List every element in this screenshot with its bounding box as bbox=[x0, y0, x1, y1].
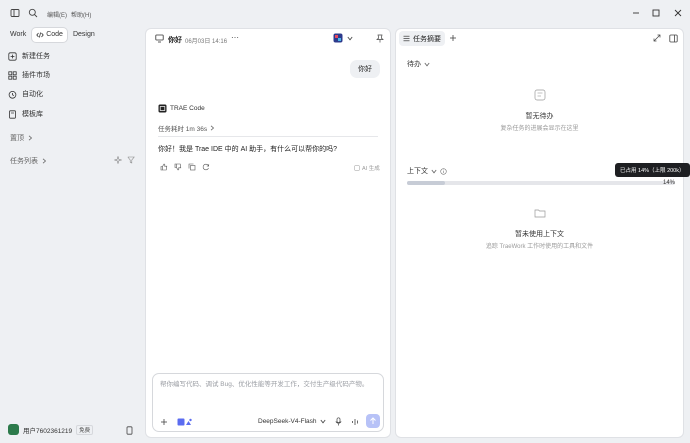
context-progress-track bbox=[407, 181, 675, 185]
sidebar-item-new-task[interactable]: 新建任务 bbox=[8, 49, 138, 63]
add-icon[interactable] bbox=[160, 418, 168, 426]
voice-wave-icon[interactable] bbox=[351, 418, 359, 426]
context-label: 上下文 bbox=[407, 168, 428, 175]
mode-design-label: Design bbox=[72, 31, 95, 38]
pinned-section[interactable]: 置顶 bbox=[10, 133, 33, 143]
chevron-right-icon bbox=[42, 158, 47, 164]
more-icon[interactable]: ⋯ bbox=[231, 33, 239, 42]
sidebar-item-automation[interactable]: 自动化 bbox=[8, 87, 138, 101]
ai-tag-label: AI 生成 bbox=[362, 166, 380, 172]
list-icon bbox=[403, 35, 410, 42]
chevron-down-icon bbox=[431, 169, 437, 174]
maximize-icon[interactable] bbox=[650, 7, 662, 19]
plan-badge: 免费 bbox=[76, 424, 94, 435]
chevron-down-icon bbox=[320, 419, 326, 424]
code-icon bbox=[36, 31, 44, 39]
mode-work[interactable]: Work bbox=[6, 28, 30, 42]
input-placeholder: 帮你编写代码、调试 Bug、优化性能等开发工作，交付生产级代码产物。 bbox=[160, 381, 369, 388]
pin-icon[interactable] bbox=[376, 34, 384, 43]
mode-code-label: Code bbox=[46, 31, 63, 38]
todo-label: 待办 bbox=[407, 61, 421, 68]
ai-icon bbox=[354, 165, 360, 171]
sidebar-toggle-icon[interactable] bbox=[10, 8, 20, 18]
pinned-label: 置顶 bbox=[10, 135, 24, 142]
divider bbox=[158, 136, 378, 137]
minimize-icon[interactable] bbox=[630, 7, 642, 19]
context-empty-title: 暂未使用上下文 bbox=[515, 231, 564, 238]
message-actions bbox=[160, 163, 210, 171]
mode-switcher: Work Code Design bbox=[6, 28, 99, 42]
menu-help[interactable]: 帮助(H) bbox=[71, 10, 91, 19]
model-name: DeepSeek-V4-Flash bbox=[258, 418, 317, 425]
ai-generated-tag: AI 生成 bbox=[354, 164, 380, 172]
filter-icon[interactable] bbox=[127, 156, 135, 164]
assistant-message: 你好！我是 Trae IDE 中的 AI 助手，有什么可以帮你的吗? bbox=[158, 146, 338, 153]
thumbs-down-icon[interactable] bbox=[174, 163, 182, 171]
send-button[interactable] bbox=[366, 414, 380, 428]
app-logo-icon[interactable] bbox=[333, 33, 343, 43]
mode-code[interactable]: Code bbox=[32, 28, 67, 42]
context-progress-fill bbox=[407, 181, 445, 185]
todo-empty-icon bbox=[533, 88, 547, 102]
context-empty-desc: 追踪 TraeWork 工作时使用的工具和文件 bbox=[485, 244, 594, 250]
thumbs-up-icon[interactable] bbox=[160, 163, 168, 171]
menu-edit[interactable]: 编辑(E) bbox=[47, 10, 67, 19]
device-icon[interactable] bbox=[125, 426, 134, 435]
chevron-right-icon bbox=[28, 135, 33, 141]
clock-icon bbox=[8, 90, 17, 99]
copy-icon[interactable] bbox=[188, 163, 196, 171]
sidebar-item-label: 模板库 bbox=[22, 111, 43, 118]
monitor-icon bbox=[155, 34, 164, 43]
new-task-icon bbox=[8, 51, 17, 61]
sidebar-item-templates[interactable]: 模板库 bbox=[8, 107, 138, 121]
add-tab-icon[interactable] bbox=[449, 34, 457, 42]
todo-empty-title: 暂无待办 bbox=[525, 113, 554, 120]
sidebar-item-label: 新建任务 bbox=[22, 53, 50, 60]
microphone-icon[interactable] bbox=[335, 417, 342, 426]
title-bar: 编辑(E) 帮助(H) bbox=[0, 0, 690, 26]
mode-work-label: Work bbox=[10, 31, 27, 38]
sidebar-item-plugin-market[interactable]: 插件市场 bbox=[8, 68, 138, 82]
chevron-down-icon[interactable] bbox=[347, 36, 353, 41]
tab-label: 任务摘要 bbox=[413, 35, 441, 43]
mode-design[interactable]: Design bbox=[69, 28, 99, 42]
user-profile[interactable]: 用户7602361219 免费 bbox=[8, 424, 94, 435]
close-icon[interactable] bbox=[672, 7, 684, 19]
tab-task-summary[interactable]: 任务摘要 bbox=[399, 31, 445, 46]
expand-icon[interactable] bbox=[653, 34, 661, 42]
book-icon bbox=[8, 109, 17, 119]
task-list-label: 任务列表 bbox=[10, 158, 38, 165]
folder-icon bbox=[533, 206, 547, 220]
chat-timestamp: 06月03日 14:16 bbox=[185, 39, 228, 45]
sidebar-item-label: 插件市场 bbox=[22, 72, 50, 79]
image-icon[interactable] bbox=[177, 418, 193, 426]
todo-header[interactable]: 待办 bbox=[407, 59, 430, 69]
task-duration[interactable]: 任务耗时 1m 36s bbox=[158, 123, 215, 133]
trae-logo-icon bbox=[158, 104, 167, 113]
todo-empty-desc: 复杂任务的进展会显示在这里 bbox=[500, 126, 579, 132]
task-list-section[interactable]: 任务列表 bbox=[10, 156, 47, 166]
chevron-right-icon bbox=[210, 125, 215, 131]
sidebar-item-label: 自动化 bbox=[22, 91, 43, 98]
panel-toggle-icon[interactable] bbox=[669, 34, 678, 43]
search-icon[interactable] bbox=[28, 8, 38, 18]
assistant-name: TRAE Code bbox=[170, 105, 205, 112]
user-message: 你好 bbox=[350, 60, 380, 78]
context-percent: 14% bbox=[663, 180, 676, 186]
task-duration-label: 任务耗时 1m 36s bbox=[158, 126, 208, 133]
model-selector[interactable]: DeepSeek-V4-Flash bbox=[258, 418, 326, 425]
avatar bbox=[8, 424, 19, 435]
context-usage-tooltip: 已占用 14%（上限 200k） bbox=[615, 163, 690, 177]
grid-icon bbox=[8, 70, 17, 80]
context-header[interactable]: 上下文 bbox=[407, 166, 447, 176]
sparkle-icon[interactable] bbox=[114, 156, 122, 164]
refresh-icon[interactable] bbox=[202, 163, 210, 171]
chevron-down-icon bbox=[424, 62, 430, 67]
chat-title: 你好 bbox=[168, 37, 182, 44]
info-icon[interactable] bbox=[440, 167, 447, 175]
user-name: 用户7602361219 bbox=[23, 427, 73, 435]
